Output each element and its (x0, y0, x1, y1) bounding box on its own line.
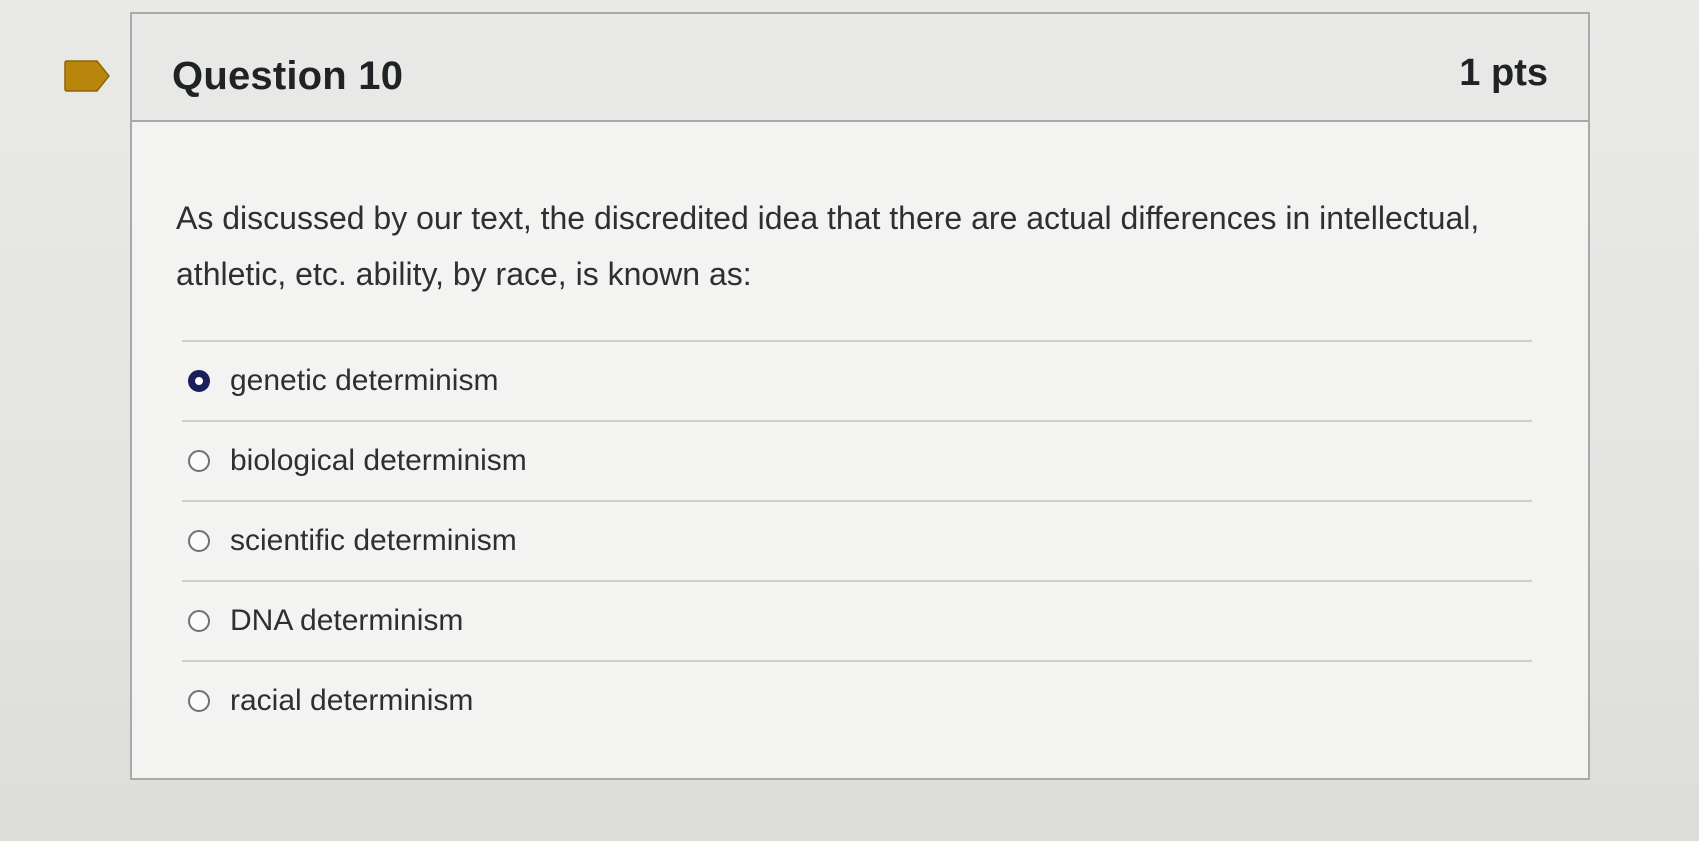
answer-option[interactable]: DNA determinism (172, 582, 1542, 660)
answer-label: DNA determinism (230, 604, 464, 637)
answer-label: scientific determinism (230, 524, 517, 557)
answer-option[interactable]: racial determinism (172, 662, 1542, 740)
answer-label: genetic determinism (230, 364, 499, 397)
answer-list: genetic determinism biological determini… (172, 340, 1542, 740)
answer-option[interactable]: scientific determinism (172, 502, 1542, 580)
radio-icon[interactable] (188, 610, 210, 632)
radio-selected-icon[interactable] (188, 370, 210, 392)
answer-option[interactable]: genetic determinism (172, 342, 1542, 420)
flag-question-icon[interactable] (63, 60, 111, 92)
question-points: 1 pts (1459, 52, 1548, 94)
question-title: Question 10 (172, 54, 404, 98)
question-card: Question 10 1 pts As discussed by our te… (130, 12, 1590, 780)
radio-icon[interactable] (188, 450, 210, 472)
radio-icon[interactable] (188, 530, 210, 552)
radio-icon[interactable] (188, 690, 210, 712)
question-header: Question 10 1 pts (132, 14, 1588, 122)
answer-label: racial determinism (230, 684, 474, 717)
answer-label: biological determinism (230, 444, 527, 477)
question-text: As discussed by our text, the discredite… (176, 200, 1480, 292)
answer-option[interactable]: biological determinism (172, 422, 1542, 500)
